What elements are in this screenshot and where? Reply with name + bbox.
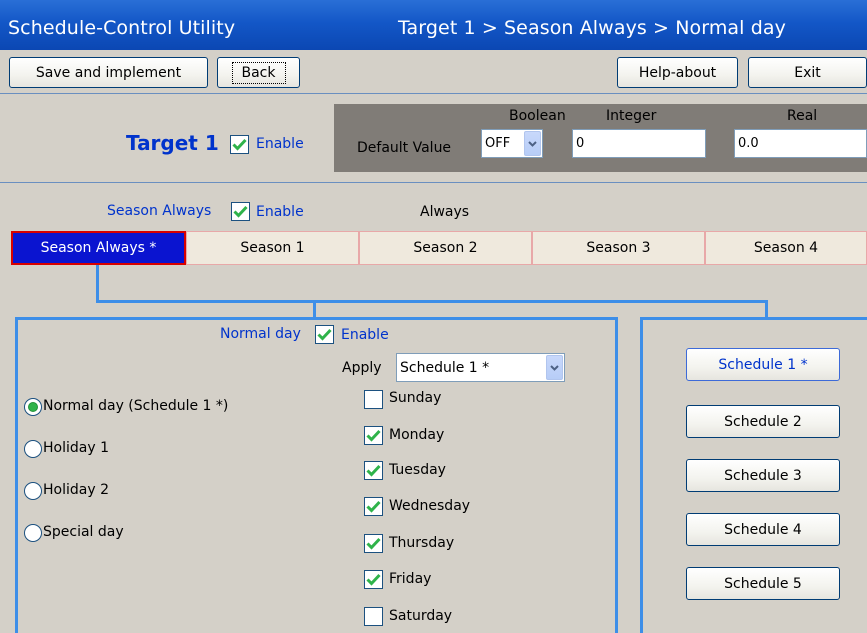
tab-season-always[interactable]: Season Always *: [11, 231, 186, 265]
tab-season-2[interactable]: Season 2: [359, 231, 532, 265]
connector-line: [96, 300, 768, 303]
connector-line: [96, 265, 99, 302]
checkbox-wednesday[interactable]: [364, 497, 383, 516]
target-title: Target 1: [126, 131, 219, 155]
checkbox-saturday[interactable]: [364, 607, 383, 626]
real-default-input[interactable]: 0.0: [734, 129, 867, 158]
check-icon: [366, 500, 381, 513]
tab-label: Season 1: [240, 240, 305, 256]
save-implement-label: Save and implement: [35, 64, 182, 81]
check-icon: [366, 464, 381, 477]
schedule-4-button[interactable]: Schedule 4: [686, 513, 840, 546]
chevron-down-icon: [524, 131, 541, 156]
radio-selected-dot: [29, 403, 37, 411]
day-enable-checkbox[interactable]: [315, 325, 334, 344]
default-value-label: Default Value: [357, 140, 452, 156]
weekday-label: Tuesday: [389, 462, 446, 478]
checkbox-thursday[interactable]: [364, 534, 383, 553]
tab-label: Season Always *: [40, 240, 157, 256]
schedule-label: Schedule 3: [724, 467, 802, 484]
weekday-label: Thursday: [389, 535, 455, 551]
weekday-label: Sunday: [389, 390, 442, 406]
schedule-label: Schedule 5: [724, 575, 802, 592]
check-icon: [366, 573, 381, 586]
day-type-label: Holiday 1: [43, 440, 109, 456]
check-icon: [232, 138, 247, 151]
chevron-down-icon: [546, 355, 563, 380]
back-label: Back: [231, 61, 286, 84]
toolbar-divider: [0, 93, 867, 94]
target-enable-label: Enable: [256, 136, 304, 152]
schedule-2-button[interactable]: Schedule 2: [686, 405, 840, 438]
integer-default-value: 0: [576, 136, 585, 151]
title-bar: Schedule-Control Utility Target 1 > Seas…: [0, 0, 867, 50]
checkbox-monday[interactable]: [364, 426, 383, 445]
tab-label: Season 2: [413, 240, 478, 256]
real-default-value: 0.0: [738, 136, 759, 151]
back-button[interactable]: Back: [217, 57, 300, 88]
day-type-label: Normal day (Schedule 1 *): [43, 398, 229, 414]
tab-label: Season 3: [586, 240, 651, 256]
schedule-label: Schedule 4: [724, 521, 802, 538]
check-icon: [366, 429, 381, 442]
radio-holiday-2[interactable]: [24, 482, 42, 500]
target-enable-checkbox[interactable]: [230, 135, 249, 154]
season-enable-label: Enable: [256, 204, 304, 220]
day-label: Normal day: [220, 326, 301, 342]
exit-label: Exit: [794, 64, 821, 81]
season-label: Season Always: [107, 203, 212, 219]
app-title: Schedule-Control Utility: [8, 17, 236, 39]
real-header: Real: [787, 108, 818, 124]
schedule-3-button[interactable]: Schedule 3: [686, 459, 840, 492]
tab-season-3[interactable]: Season 3: [532, 231, 705, 265]
schedule-5-button[interactable]: Schedule 5: [686, 567, 840, 600]
save-implement-button[interactable]: Save and implement: [9, 57, 208, 88]
tab-label: Season 4: [753, 240, 819, 256]
help-about-label: Help-about: [638, 64, 717, 81]
apply-schedule-select[interactable]: Schedule 1 *: [396, 353, 565, 382]
radio-normal-day[interactable]: [24, 398, 42, 416]
breadcrumb: Target 1 > Season Always > Normal day: [398, 17, 786, 39]
weekday-label: Friday: [389, 571, 432, 587]
check-icon: [366, 537, 381, 550]
apply-label: Apply: [342, 360, 382, 376]
exit-button[interactable]: Exit: [748, 57, 867, 88]
checkbox-friday[interactable]: [364, 570, 383, 589]
integer-header: Integer: [606, 108, 657, 124]
target-divider: [0, 182, 867, 183]
season-mode: Always: [420, 204, 470, 220]
schedule-1-button[interactable]: Schedule 1 *: [686, 348, 840, 381]
weekday-label: Saturday: [389, 608, 453, 624]
day-type-label: Holiday 2: [43, 482, 109, 498]
boolean-header: Boolean: [509, 108, 566, 124]
apply-schedule-value: Schedule 1 *: [400, 359, 490, 376]
day-type-label: Special day: [43, 524, 124, 540]
tab-season-1[interactable]: Season 1: [186, 231, 359, 265]
tab-season-4[interactable]: Season 4: [705, 231, 867, 265]
check-icon: [233, 205, 248, 218]
day-enable-label: Enable: [341, 327, 389, 343]
weekday-label: Wednesday: [389, 498, 471, 514]
schedule-label: Schedule 2: [724, 413, 802, 430]
boolean-default-value: OFF: [485, 136, 511, 151]
help-about-button[interactable]: Help-about: [617, 57, 738, 88]
checkbox-sunday[interactable]: [364, 390, 383, 409]
season-enable-checkbox[interactable]: [231, 202, 250, 221]
weekday-label: Monday: [389, 427, 445, 443]
check-icon: [317, 328, 332, 341]
radio-holiday-1[interactable]: [24, 440, 42, 458]
radio-special-day[interactable]: [24, 524, 42, 542]
boolean-default-select[interactable]: OFF: [481, 129, 543, 158]
checkbox-tuesday[interactable]: [364, 461, 383, 480]
integer-default-input[interactable]: 0: [572, 129, 706, 158]
schedule-label: Schedule 1 *: [718, 356, 808, 373]
